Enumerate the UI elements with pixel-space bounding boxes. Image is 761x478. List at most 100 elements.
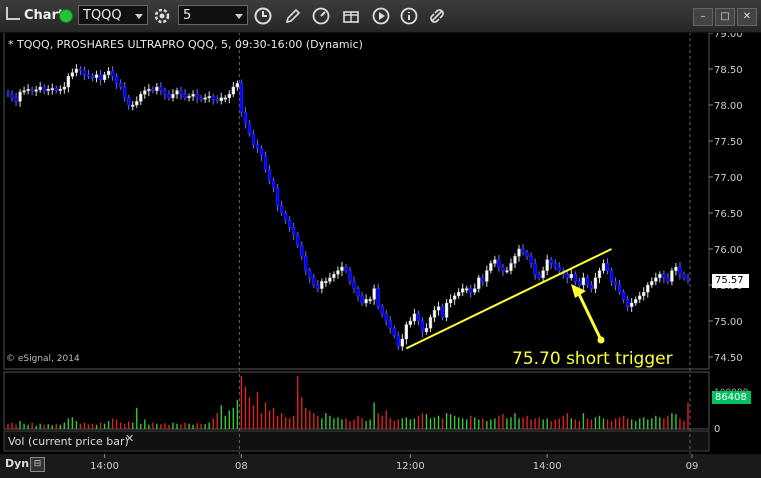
- candle-body: [525, 252, 529, 257]
- candle-body: [565, 273, 569, 279]
- candle-body: [316, 284, 320, 289]
- link-icon[interactable]: [427, 6, 447, 26]
- close-icon[interactable]: ✕: [125, 432, 134, 445]
- candle-body: [90, 75, 95, 78]
- candle-body: [171, 93, 175, 99]
- candle-body: [477, 277, 481, 289]
- candle-body: [352, 281, 356, 289]
- candle-body: [279, 205, 284, 214]
- gear-icon[interactable]: [152, 6, 172, 26]
- candle-body: [54, 88, 58, 91]
- link-status-icon[interactable]: [59, 9, 73, 23]
- y-tick-label: 77.00: [714, 173, 743, 184]
- candle-body: [448, 299, 453, 304]
- speedometer-icon[interactable]: [311, 6, 331, 26]
- maximize-icon[interactable]: □: [715, 8, 735, 26]
- candle-body: [461, 288, 465, 293]
- candle-body: [340, 266, 344, 271]
- candle-body: [638, 295, 642, 300]
- candle-body: [78, 68, 83, 71]
- candle-body: [376, 288, 380, 307]
- candle-body: [625, 299, 630, 307]
- candle-body: [287, 219, 292, 228]
- candle-body: [283, 212, 288, 221]
- x-tick-label: 14:00: [533, 461, 562, 472]
- x-tick-label: 12:00: [396, 461, 425, 472]
- interval-input[interactable]: 5: [178, 5, 248, 25]
- candle-body: [348, 270, 352, 282]
- chevron-down-icon[interactable]: [135, 14, 143, 19]
- candle-body: [529, 255, 533, 264]
- candle-body: [66, 75, 71, 88]
- candle-body: [151, 88, 155, 91]
- candle-body: [38, 86, 42, 91]
- candle-body: [42, 86, 46, 91]
- candle-body: [557, 266, 561, 271]
- candle-body: [123, 86, 127, 99]
- chart-toolbar: Chart TQQQ 5 – □ ✕: [0, 0, 761, 33]
- candle-body: [135, 101, 139, 106]
- lock-icon[interactable]: ⊟: [30, 457, 45, 472]
- candle-body: [364, 299, 368, 304]
- candle-body: [110, 70, 115, 77]
- candle-body: [324, 281, 328, 284]
- candle-body: [465, 288, 469, 291]
- candle-body: [646, 284, 650, 293]
- gift-icon[interactable]: [341, 6, 361, 26]
- candle-body: [505, 270, 509, 273]
- candle-body: [344, 266, 348, 271]
- candle-body: [179, 90, 183, 95]
- candle-body: [521, 248, 525, 253]
- candle-body: [74, 68, 79, 73]
- candle-body: [513, 255, 517, 264]
- candle-body: [658, 273, 662, 279]
- candle-body: [86, 74, 91, 77]
- candle-body: [219, 97, 223, 101]
- candle-body: [674, 266, 678, 271]
- candle-body: [175, 90, 179, 95]
- play-icon[interactable]: [371, 6, 391, 26]
- candle-body: [621, 291, 626, 300]
- candle-body: [332, 273, 336, 279]
- clock-icon[interactable]: [253, 6, 273, 26]
- candle-body: [139, 93, 143, 102]
- x-tick-label: 08: [235, 461, 248, 472]
- y-tick-label: 76.00: [714, 245, 743, 256]
- candle-body: [255, 144, 260, 149]
- candle-body: [617, 284, 622, 293]
- volume-pane-label: Vol (current price bar): [8, 435, 129, 448]
- minimize-icon[interactable]: –: [693, 8, 713, 26]
- candle-body: [336, 270, 340, 275]
- candle-body: [147, 88, 151, 91]
- candle-body: [203, 97, 207, 100]
- symbol-input[interactable]: TQQQ: [78, 5, 148, 25]
- candle-body: [473, 288, 477, 293]
- info-icon[interactable]: [399, 6, 419, 26]
- y-tick-label: 76.50: [714, 209, 743, 220]
- candle-body: [609, 270, 614, 282]
- candle-body: [247, 122, 252, 135]
- chevron-down-icon[interactable]: [235, 14, 243, 19]
- candle-body: [585, 277, 590, 286]
- close-icon[interactable]: ✕: [737, 8, 757, 26]
- last-volume-badge: 86408: [712, 391, 751, 404]
- candle-body: [601, 263, 606, 271]
- candle-body: [380, 306, 384, 315]
- pencil-icon[interactable]: [283, 6, 303, 26]
- candle-body: [304, 255, 308, 271]
- y-tick-label: 78.50: [714, 65, 743, 76]
- annotation-dot: [597, 336, 605, 344]
- candle-body: [300, 245, 304, 257]
- candle-body: [569, 273, 573, 279]
- copyright-text: © eSignal, 2014: [6, 354, 80, 364]
- candle-body: [114, 75, 119, 84]
- candle-body: [58, 88, 62, 91]
- candle-body: [396, 335, 400, 347]
- candle-body: [163, 90, 167, 95]
- annotation-text: 75.70 short trigger: [512, 349, 673, 369]
- candle-body: [155, 86, 159, 91]
- candle-body: [428, 317, 433, 329]
- candle-body: [400, 338, 404, 347]
- candle-body: [501, 266, 505, 271]
- candle-body: [119, 83, 123, 88]
